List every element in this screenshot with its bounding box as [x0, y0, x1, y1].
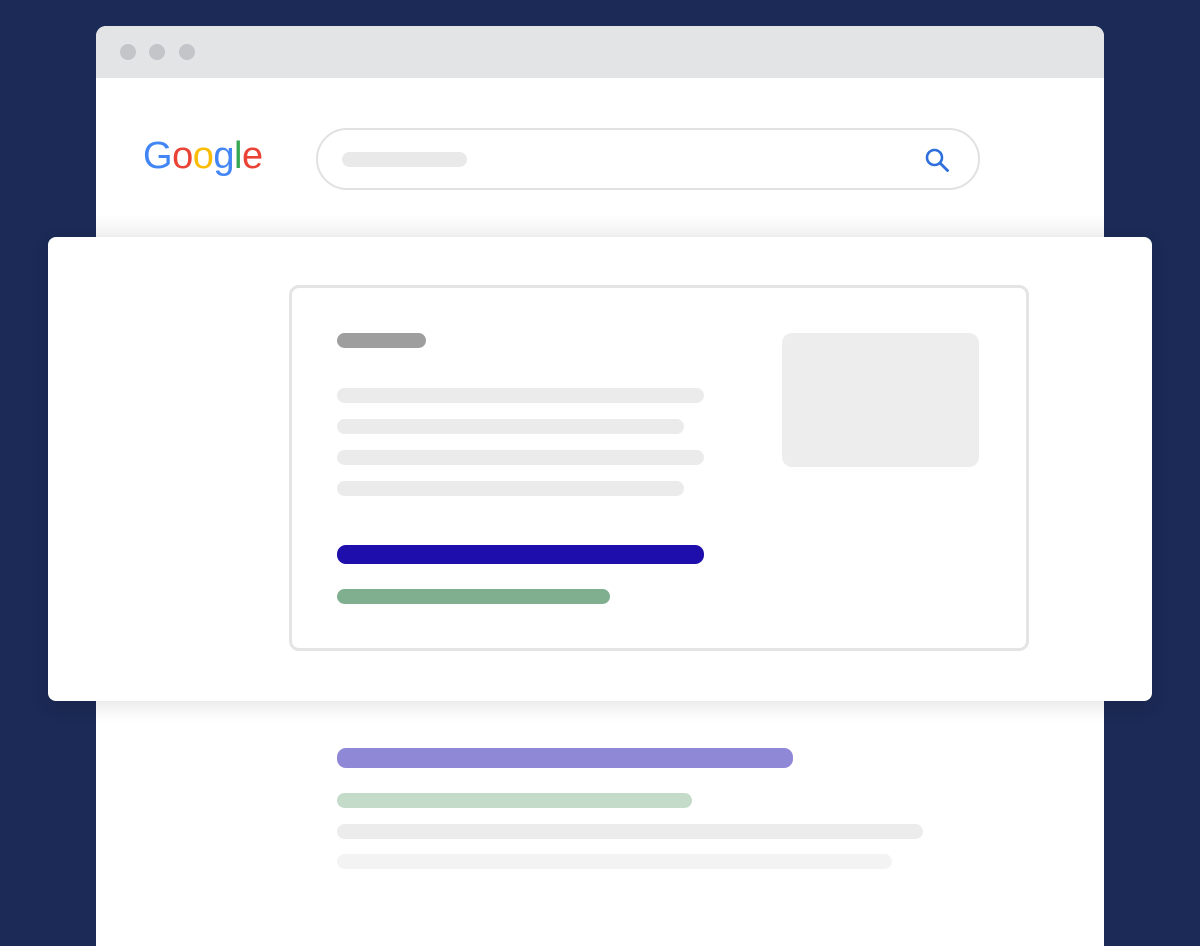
- snippet-text-line: [337, 450, 704, 465]
- result-url[interactable]: [337, 793, 692, 808]
- result-description-line: [337, 854, 892, 869]
- search-query-placeholder: [342, 152, 467, 167]
- result-description-line: [337, 824, 923, 839]
- logo-letter-4: g: [213, 135, 234, 177]
- logo-letter-1: G: [143, 135, 173, 177]
- snippet-text-line: [337, 481, 684, 496]
- snippet-text-line: [337, 419, 684, 434]
- window-maximize-dot[interactable]: [179, 44, 195, 60]
- snippet-text-line: [337, 388, 704, 403]
- logo-letter-6: e: [241, 135, 263, 177]
- header-divider: [96, 214, 1104, 238]
- logo-letter-3: o: [192, 135, 214, 177]
- snippet-image-placeholder[interactable]: [782, 333, 979, 467]
- featured-snippet-panel: [48, 237, 1152, 701]
- result-link[interactable]: [337, 748, 793, 768]
- window-minimize-dot[interactable]: [149, 44, 165, 60]
- search-icon[interactable]: [924, 147, 950, 173]
- google-logo[interactable]: Google: [143, 132, 263, 180]
- snippet-link[interactable]: [337, 545, 704, 564]
- logo-letter-2: o: [172, 135, 193, 177]
- browser-titlebar: [96, 26, 1104, 78]
- snippet-url[interactable]: [337, 589, 610, 604]
- search-input[interactable]: [316, 128, 980, 190]
- window-close-dot[interactable]: [120, 44, 136, 60]
- logo-letter-5: l: [233, 135, 242, 177]
- snippet-title-placeholder: [337, 333, 426, 348]
- featured-snippet-card[interactable]: [289, 285, 1029, 651]
